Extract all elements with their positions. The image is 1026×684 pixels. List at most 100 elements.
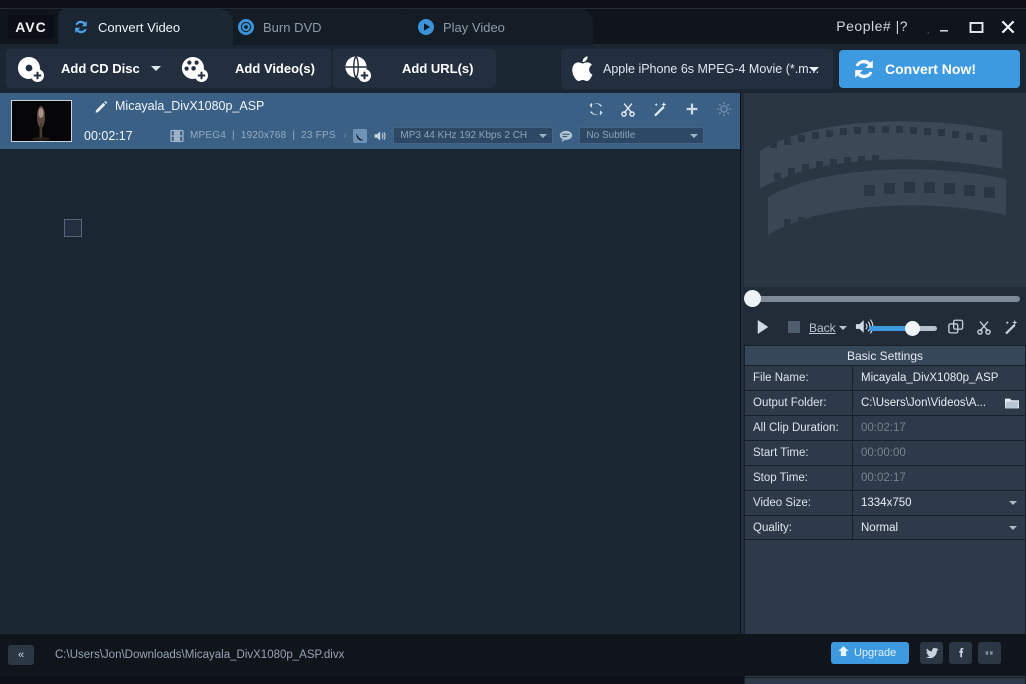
row-duration: 00:02:17 — [84, 129, 133, 143]
upgrade-label: Upgrade — [854, 647, 896, 659]
effects-icon[interactable] — [1003, 319, 1019, 338]
back-dropdown[interactable]: Back — [809, 321, 847, 335]
row-checkbox[interactable] — [64, 219, 82, 237]
setting-label: Output Folder: — [745, 391, 853, 415]
setting-row-output-folder: Output Folder: C:\Users\Jon\Videos\A... — [745, 391, 1025, 416]
scissors-icon[interactable] — [620, 101, 636, 117]
snapshot-icon[interactable] — [948, 319, 964, 338]
volume-slider-handle[interactable] — [905, 321, 920, 336]
quality-value: Normal — [861, 522, 898, 534]
seek-track[interactable] — [750, 296, 1020, 302]
seek-handle[interactable] — [744, 290, 761, 307]
tab-label: Burn DVD — [263, 20, 322, 35]
setting-label: Start Time: — [745, 441, 853, 465]
setting-row-quality: Quality: Normal — [745, 516, 1025, 540]
tab-play-video[interactable]: Play Video — [403, 9, 593, 45]
facebook-icon[interactable] — [949, 642, 972, 664]
subtitle-icon — [559, 129, 573, 143]
audio-track-value: MP3 44 KHz 192 Kbps 2 CH — [400, 130, 527, 141]
add-video-icon — [179, 54, 209, 84]
gear-icon[interactable] — [716, 101, 732, 117]
video-size-select[interactable]: 1334x750 — [853, 491, 1025, 515]
stop-button[interactable] — [788, 321, 800, 336]
setting-row-all-clip-duration: All Clip Duration: 00:02:17 — [745, 416, 1025, 441]
setting-row-stop-time: Stop Time: 00:02:17 — [745, 466, 1025, 491]
close-button[interactable] — [998, 17, 1018, 37]
upgrade-button[interactable]: Upgrade — [831, 642, 909, 664]
button-label: Add Video(s) — [235, 61, 315, 76]
setting-label: Quality: — [745, 516, 853, 540]
tab-label: Convert Video — [98, 20, 180, 35]
video-badge-icon[interactable] — [353, 129, 367, 143]
output-folder-value: C:\Users\Jon\Videos\A... — [861, 397, 986, 409]
film-strip-icon — [744, 93, 1026, 287]
setting-label: Stop Time: — [745, 466, 853, 490]
audio-track-select[interactable]: MP3 44 KHz 192 Kbps 2 CH — [393, 127, 553, 144]
video-preview-area[interactable] — [744, 93, 1026, 287]
chevron-down-icon[interactable] — [809, 67, 819, 72]
avc-application-window: AVC Convert Video — [0, 0, 1026, 684]
tab-burn-dvd[interactable]: Burn DVD — [223, 9, 413, 45]
add-cd-disc-button[interactable]: Add CD Disc — [6, 49, 175, 88]
maximize-button[interactable] — [966, 17, 986, 37]
quality-select[interactable]: Normal — [853, 516, 1025, 540]
row-metadata: MPEG4 | 1920x768 | 23 FPS › — [170, 127, 704, 144]
right-pane: Back — [741, 93, 1026, 634]
play-circle-icon — [417, 18, 435, 36]
video-size-value: 1334x750 — [861, 497, 912, 509]
browse-folder-icon[interactable] — [1004, 395, 1020, 411]
fps-label: 23 FPS — [301, 130, 336, 141]
back-label: Back — [809, 321, 836, 335]
film-icon — [170, 129, 184, 143]
chevron-down-icon[interactable] — [151, 66, 161, 71]
convert-now-button[interactable]: Convert Now! — [839, 50, 1020, 88]
file-name-field[interactable]: Micayala_DivX1080p_ASP — [853, 366, 1025, 390]
apple-logo-icon — [571, 54, 597, 84]
resolution-label: 1920x768 — [241, 130, 287, 141]
button-label: Add CD Disc — [61, 61, 140, 76]
minimize-button[interactable] — [934, 17, 954, 37]
setting-row-file-name: File Name: Micayala_DivX1080p_ASP — [745, 366, 1025, 391]
file-title-group[interactable]: Micayala_DivX1080p_ASP — [95, 99, 264, 113]
video-options-button[interactable]: Video Options — [744, 677, 1026, 684]
video-codec-label: MPEG4 — [190, 130, 226, 141]
setting-label: File Name: — [745, 366, 853, 390]
tab-convert-video[interactable]: Convert Video — [58, 9, 233, 45]
output-folder-field[interactable]: C:\Users\Jon\Videos\A... — [853, 391, 1025, 415]
add-urls-button[interactable]: Add URL(s) — [333, 49, 496, 88]
player-controls: Back — [744, 311, 1026, 345]
stop-time-field[interactable]: 00:02:17 — [853, 466, 1025, 490]
button-label: Add URL(s) — [402, 61, 474, 76]
table-row[interactable]: Micayala_DivX1080p_ASP 00:02:17 MPEG4 | … — [0, 93, 740, 149]
chevron-down-icon — [1009, 501, 1017, 505]
subtitle-select[interactable]: No Subtitle — [579, 127, 704, 144]
setting-row-start-time: Start Time: 00:00:00 — [745, 441, 1025, 466]
setting-label: Video Size: — [745, 491, 853, 515]
convert-refresh-icon — [851, 56, 877, 82]
chevron-down-icon — [690, 134, 698, 138]
volume-slider-track[interactable] — [869, 326, 937, 331]
source-file-path: C:\Users\Jon\Downloads\Micayala_DivX1080… — [55, 649, 344, 661]
scissors-icon[interactable] — [976, 319, 992, 338]
plus-icon[interactable] — [684, 101, 700, 117]
start-time-field[interactable]: 00:00:00 — [853, 441, 1025, 465]
file-name-label: Micayala_DivX1080p_ASP — [115, 99, 264, 113]
output-profile-selector[interactable]: Apple iPhone 6s MPEG-4 Movie (*.m... — [561, 49, 833, 89]
twitter-icon[interactable] — [920, 642, 943, 664]
play-button[interactable] — [756, 319, 770, 338]
collapse-panel-button[interactable]: « — [8, 645, 34, 665]
more-social-icon[interactable] — [978, 642, 1001, 664]
title-bar: AVC Convert Video — [0, 8, 1026, 45]
effects-icon[interactable] — [652, 101, 668, 117]
add-videos-button[interactable]: Add Video(s) — [170, 49, 331, 88]
setting-row-video-size: Video Size: 1334x750 — [745, 491, 1025, 516]
rotate-icon[interactable] — [588, 101, 604, 117]
app-logo: AVC — [8, 15, 54, 39]
seek-bar[interactable] — [744, 287, 1026, 311]
window-menu-text[interactable]: People# |? — [836, 18, 908, 34]
add-url-icon — [342, 54, 372, 84]
chevron-down-icon — [539, 134, 547, 138]
window-menu-dots: · — [926, 27, 930, 39]
video-thumbnail[interactable] — [11, 100, 72, 142]
edit-pencil-icon[interactable] — [95, 100, 108, 113]
